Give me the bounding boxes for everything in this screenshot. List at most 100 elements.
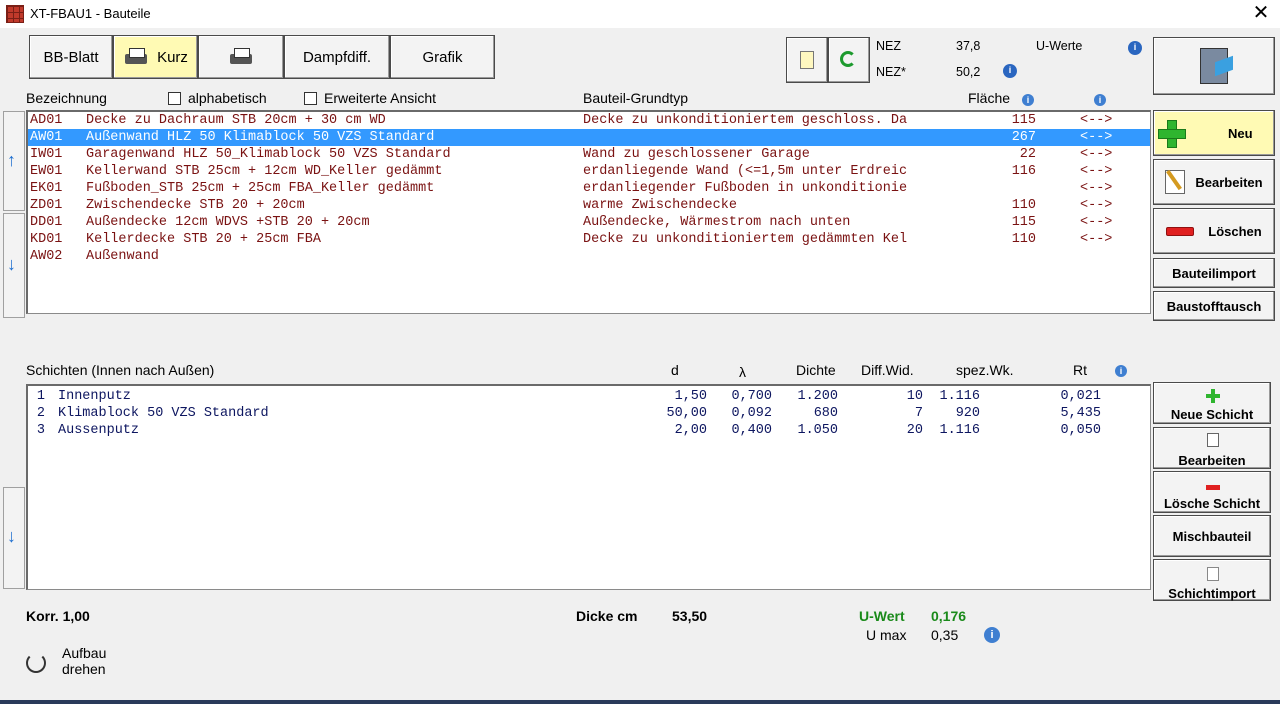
- bauteil-flaeche: 115: [1011, 215, 1036, 230]
- bauteil-typ: warme Zwischendecke: [583, 198, 737, 213]
- flaeche-header: Fläche: [968, 90, 1011, 106]
- bauteile-list[interactable]: AD01 Decke zu Dachraum STB 20cm + 30 cm W…: [26, 110, 1151, 314]
- nez-info-icon[interactable]: i: [1003, 64, 1017, 78]
- umax-info-icon[interactable]: i: [984, 627, 1000, 643]
- bauteil-link: <-->: [1080, 181, 1113, 196]
- dampfdiff-label: Dampfdiff.: [302, 48, 372, 66]
- neue-schicht-label: Neue Schicht: [1170, 407, 1254, 422]
- table-row[interactable]: AW01 Außenwand HLZ 50 Klimablock 50 VZS S…: [28, 129, 1150, 146]
- column-info-icon[interactable]: i: [1094, 94, 1106, 106]
- table-row[interactable]: AW02 Außenwand: [28, 248, 1150, 265]
- umax-label: U max: [866, 627, 907, 643]
- schicht-lambda: 0,400: [731, 423, 772, 438]
- schicht-name: Klimablock 50 VZS Standard: [58, 406, 269, 421]
- list-item[interactable]: 2 Klimablock 50 VZS Standard 50,00 0,092 680…: [28, 405, 1150, 422]
- scroll-up-button[interactable]: ↑: [3, 111, 25, 211]
- bauteil-name: Kellerdecke STB 20 + 25cm FBA: [86, 232, 321, 247]
- spezwk-header: spez.Wk.: [956, 362, 1014, 378]
- document-icon: [800, 51, 814, 69]
- schicht-dichte: 1.200: [797, 389, 838, 404]
- mischbauteil-label: Mischbauteil: [1172, 529, 1252, 544]
- bauteilimport-button[interactable]: Bauteilimport: [1153, 258, 1275, 288]
- umax-value: 0,35: [931, 627, 959, 643]
- schicht-d: 1,50: [674, 389, 707, 404]
- kurz-button[interactable]: Kurz: [113, 35, 198, 79]
- scroll-down-button[interactable]: ↓: [3, 213, 25, 318]
- grafik-button[interactable]: Grafik: [390, 35, 495, 79]
- bauteil-code: EK01: [30, 181, 63, 196]
- plus-icon: [1158, 120, 1186, 148]
- bearbeiten-schicht-button[interactable]: Bearbeiten: [1153, 427, 1271, 469]
- table-row[interactable]: IW01 Garagenwand HLZ 50_Klimablock 50 VZS…: [28, 146, 1150, 163]
- list-item[interactable]: 3 Aussenputz 2,00 0,400 1.050 20 1.116 0,050: [28, 422, 1150, 439]
- bb-blatt-button[interactable]: BB-Blatt: [29, 35, 113, 79]
- refresh-icon: [840, 51, 856, 67]
- bauteil-typ: erdanliegender Fußboden in unkonditionie: [583, 181, 908, 196]
- d-header: d: [671, 362, 679, 378]
- rt-info-icon[interactable]: i: [1115, 365, 1127, 377]
- table-row[interactable]: KD01 Kellerdecke STB 20 + 25cm FBA Decke z…: [28, 231, 1150, 248]
- table-row[interactable]: DD01 Außendecke 12cm WDVS +STB 20 + 20cm A…: [28, 214, 1150, 231]
- erweiterte-checkbox[interactable]: [304, 92, 317, 105]
- bezeichnung-header: Bezeichnung: [26, 90, 107, 106]
- aufbau-drehen-label-1[interactable]: Aufbau: [62, 645, 106, 661]
- dichte-header: Dichte: [796, 362, 836, 378]
- neue-schicht-button[interactable]: Neue Schicht: [1153, 382, 1271, 424]
- uwert-value: 0,176: [931, 608, 967, 624]
- schicht-lambda: 0,700: [731, 389, 772, 404]
- bauteil-name: Fußboden_STB 25cm + 25cm FBA_Keller gedä…: [86, 181, 435, 196]
- bearbeiten-label: Bearbeiten: [1195, 174, 1263, 190]
- table-row[interactable]: AD01 Decke zu Dachraum STB 20cm + 30 cm W…: [28, 112, 1150, 129]
- aufbau-drehen-label-2[interactable]: drehen: [62, 661, 106, 677]
- title-bar: [0, 0, 1280, 28]
- loeschen-button[interactable]: Löschen: [1153, 208, 1275, 254]
- bauteil-link: <-->: [1080, 147, 1113, 162]
- uwert-label: U-Wert: [859, 608, 905, 624]
- flaeche-info-icon[interactable]: i: [1022, 94, 1034, 106]
- bauteil-code: AW02: [30, 249, 63, 264]
- bauteil-link: <-->: [1080, 198, 1113, 213]
- nez-label: NEZ: [876, 39, 901, 53]
- print-button[interactable]: [198, 35, 284, 79]
- refresh-button[interactable]: [828, 37, 870, 83]
- neu-label: Neu: [1228, 125, 1253, 141]
- bauteil-code: EW01: [30, 164, 63, 179]
- minus-icon: [1206, 485, 1220, 490]
- neu-button[interactable]: Neu: [1153, 110, 1275, 156]
- bauteil-name: Außenwand HLZ 50 Klimablock 50 VZS Stand…: [86, 130, 435, 145]
- loesche-schicht-button[interactable]: Lösche Schicht: [1153, 471, 1271, 513]
- mischbauteil-button[interactable]: Mischbauteil: [1153, 515, 1271, 557]
- bauteil-flaeche: 110: [1011, 198, 1036, 213]
- bauteil-code: DD01: [30, 215, 63, 230]
- table-row[interactable]: EK01 Fußboden_STB 25cm + 25cm FBA_Keller …: [28, 180, 1150, 197]
- schicht-rt: 5,435: [1060, 406, 1101, 421]
- table-row[interactable]: EW01 Kellerwand STB 25cm + 12cm WD_Keller…: [28, 163, 1150, 180]
- bearbeiten-button[interactable]: Bearbeiten: [1153, 159, 1275, 205]
- list-item[interactable]: 1 Innenputz 1,50 0,700 1.200 10 1.116 0,021: [28, 388, 1150, 405]
- alphabetisch-checkbox[interactable]: [168, 92, 181, 105]
- schicht-rt: 0,050: [1060, 423, 1101, 438]
- schichten-scroll-down-button[interactable]: ↓: [3, 487, 25, 589]
- bauteil-name: Kellerwand STB 25cm + 12cm WD_Keller ged…: [86, 164, 443, 179]
- bauteil-typ: Decke zu unkonditioniertem geschloss. Da: [583, 113, 908, 128]
- schicht-spezwk: 1.116: [939, 389, 980, 404]
- schicht-dichte: 1.050: [797, 423, 838, 438]
- bauteil-flaeche: 115: [1011, 113, 1036, 128]
- baustofftausch-button[interactable]: Baustofftausch: [1153, 291, 1275, 321]
- bauteil-flaeche: 116: [1011, 164, 1036, 179]
- close-icon[interactable]: ✕: [1250, 2, 1272, 24]
- schichten-list[interactable]: 1 Innenputz 1,50 0,700 1.200 10 1.116 0,021 2 Kli…: [26, 384, 1151, 590]
- bauteil-name: Außenwand: [86, 249, 159, 264]
- new-document-button[interactable]: [786, 37, 828, 83]
- minus-icon: [1166, 226, 1195, 236]
- uwerte-info-icon[interactable]: i: [1128, 41, 1142, 55]
- dampfdiff-button[interactable]: Dampfdiff.: [284, 35, 390, 79]
- dicke-value: 53,50: [672, 608, 708, 624]
- bauteil-typ: Decke zu unkonditioniertem gedämmten Kel: [583, 232, 908, 247]
- printer-icon: [228, 48, 254, 66]
- table-row[interactable]: ZD01 Zwischendecke STB 20 + 20cm warme Zwi…: [28, 197, 1150, 214]
- schichtimport-button[interactable]: Schichtimport: [1153, 559, 1271, 601]
- bauteil-name: Außendecke 12cm WDVS +STB 20 + 20cm: [86, 215, 370, 230]
- rotate-icon[interactable]: [26, 653, 46, 673]
- exit-button[interactable]: [1153, 37, 1275, 95]
